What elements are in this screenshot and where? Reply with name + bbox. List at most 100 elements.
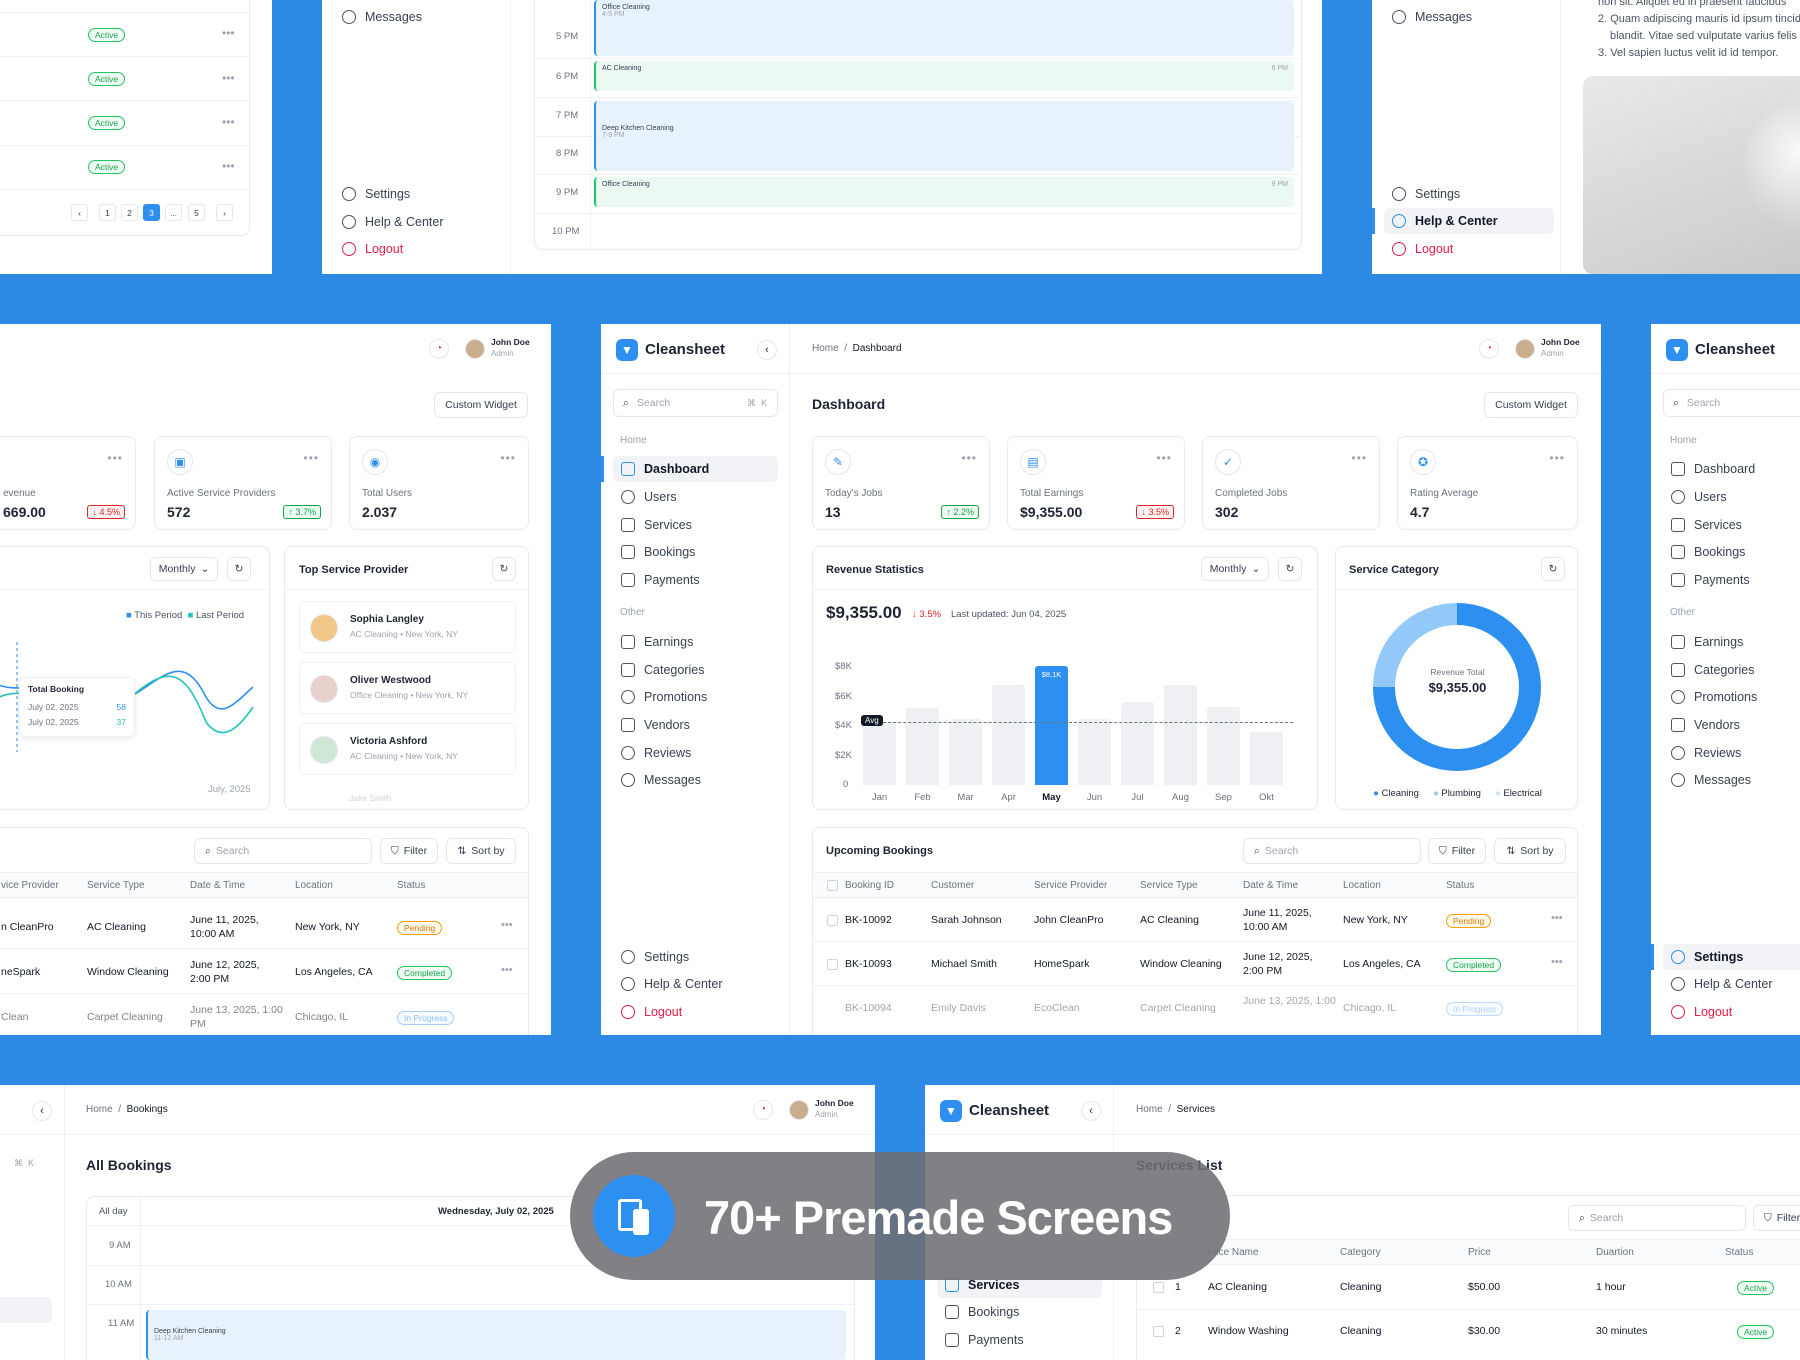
sidebar-item-messages[interactable]: Messages (1663, 767, 1759, 793)
sidebar-item-bookings[interactable]: Bookings (937, 1299, 1027, 1325)
row-menu-icon[interactable]: ••• (222, 71, 235, 85)
sidebar-item-vendors[interactable]: Vendors (1663, 712, 1748, 738)
row-menu-icon[interactable]: ••• (501, 919, 513, 931)
sidebar-item-earnings[interactable]: Earnings (613, 629, 701, 655)
row-menu-icon[interactable]: ••• (222, 26, 235, 40)
collapse-sidebar-button[interactable]: ‹ (1081, 1101, 1101, 1121)
sidebar-item-services[interactable]: Services (613, 512, 700, 538)
sidebar-item-settings[interactable]: Settings (1384, 181, 1468, 207)
sidebar-item-help[interactable]: Help & Center (1384, 208, 1554, 234)
bar-may[interactable]: $8,1K (1035, 665, 1068, 785)
sidebar-item-logout[interactable]: Logout (334, 236, 411, 262)
page-button[interactable]: 1 (99, 204, 116, 221)
period-select[interactable]: Monthly ⌄ (1201, 557, 1269, 581)
filter-button[interactable]: ⛉ Filter (1428, 838, 1486, 864)
custom-widget-button[interactable]: Custom Widget (434, 392, 528, 418)
sidebar-item-help[interactable]: Help & Center (334, 209, 452, 235)
next-page-button[interactable]: › (216, 204, 233, 221)
page-button[interactable]: 2 (121, 204, 138, 221)
collapse-sidebar-button[interactable]: ‹ (32, 1101, 52, 1121)
sidebar-item-settings[interactable]: Settings (334, 181, 418, 207)
sort-button[interactable]: ⇅ Sort by (446, 838, 516, 864)
provider-item[interactable]: Oliver Westwood Office Cleaning • New Yo… (299, 662, 516, 714)
calendar-event[interactable]: AC Cleaning 6 PM (594, 61, 1294, 91)
filter-button[interactable]: ⛉ Filter (380, 838, 438, 864)
select-all-checkbox[interactable] (827, 880, 838, 891)
sidebar-item-messages[interactable]: Messages (613, 767, 709, 793)
page-button[interactable]: 5 (188, 204, 205, 221)
sidebar-item-earnings[interactable]: Earnings (1663, 629, 1751, 655)
avatar[interactable] (1515, 339, 1535, 359)
bar-aug[interactable] (1164, 684, 1197, 785)
notification-icon[interactable]: ◔ (1479, 339, 1499, 359)
notification-icon[interactable]: ◔ (753, 1100, 773, 1120)
row-checkbox[interactable] (827, 959, 838, 970)
row-menu-icon[interactable]: ••• (1551, 912, 1563, 924)
sidebar-item-help[interactable]: Help & Center (613, 971, 731, 997)
sidebar-item-settings[interactable]: Settings (613, 944, 697, 970)
search-input[interactable]: ⌕ Search (1243, 838, 1421, 864)
bar-okt[interactable] (1250, 731, 1283, 785)
notification-icon[interactable]: ◔ (429, 339, 449, 359)
calendar-event[interactable]: Office Cleaning 4-5 PM (594, 0, 1294, 56)
calendar-event[interactable]: Deep Kitchen Cleaning 7-9 PM (594, 101, 1294, 171)
sidebar-item-promotions[interactable]: Promotions (613, 684, 715, 710)
sidebar-item-categories[interactable]: Categories (613, 657, 712, 683)
refresh-button[interactable]: ↻ (227, 557, 251, 581)
sidebar-item-help[interactable]: Help & Center (1663, 971, 1781, 997)
sidebar-item-logout[interactable]: Logout (613, 999, 690, 1025)
sidebar-item-payments[interactable]: Payments (937, 1327, 1032, 1353)
provider-item[interactable]: Sophia Langley AC Cleaning • New York, N… (299, 601, 516, 653)
sidebar-item-categories[interactable]: Categories (1663, 657, 1762, 683)
sidebar-item-dashboard[interactable]: Dashboard (613, 456, 778, 482)
sidebar-item-vendors[interactable]: Vendors (613, 712, 698, 738)
bar-feb[interactable] (906, 708, 939, 785)
sidebar-item-bookings[interactable]: Bookings (613, 539, 703, 565)
provider-item[interactable]: Victoria Ashford AC Cleaning • New York,… (299, 723, 516, 775)
row-menu-icon[interactable]: ••• (1551, 956, 1563, 968)
row-checkbox[interactable] (827, 915, 838, 926)
avatar[interactable] (465, 339, 485, 359)
collapse-sidebar-button[interactable]: ‹ (757, 340, 777, 360)
sidebar-item-reviews[interactable]: Reviews (613, 740, 699, 766)
calendar-event[interactable]: Office Cleaning 9 PM (594, 177, 1294, 207)
custom-widget-button[interactable]: Custom Widget (1484, 392, 1578, 418)
sidebar-item-users[interactable]: Users (1663, 484, 1735, 510)
row-menu-icon[interactable]: ••• (222, 159, 235, 173)
row-checkbox[interactable] (1153, 1326, 1164, 1337)
sidebar-item-logout[interactable]: Logout (1384, 236, 1461, 262)
page-button[interactable]: 3 (143, 204, 160, 221)
sort-button[interactable]: ⇅ Sort by (1494, 838, 1566, 864)
calendar-event[interactable]: Deep Kitchen Cleaning 11-12 AM (146, 1310, 846, 1360)
sidebar-item-services[interactable]: Services (1663, 512, 1750, 538)
sidebar-item-promotions[interactable]: Promotions (1663, 684, 1765, 710)
bar-sep[interactable] (1207, 706, 1240, 785)
search-input[interactable]: ⌕ Search ⌘ K (613, 389, 778, 417)
bar-jul[interactable] (1121, 702, 1154, 785)
refresh-button[interactable]: ↻ (1541, 557, 1565, 581)
filter-button[interactable]: ⛉ Filter (1753, 1205, 1800, 1231)
breadcrumb-home[interactable]: Home (812, 343, 839, 354)
refresh-button[interactable]: ↻ (492, 557, 516, 581)
row-menu-icon[interactable]: ••• (222, 115, 235, 129)
bar-jan[interactable] (863, 721, 896, 785)
refresh-button[interactable]: ↻ (1278, 557, 1302, 581)
prev-page-button[interactable]: ‹ (71, 204, 88, 221)
bar-apr[interactable] (992, 684, 1025, 785)
sidebar-item-dashboard[interactable]: Dashboard (1663, 456, 1763, 482)
row-menu-icon[interactable]: ••• (501, 964, 513, 976)
sidebar-item-bookings[interactable]: Bookings (1663, 539, 1753, 565)
bar-jun[interactable] (1078, 718, 1111, 785)
sidebar-item-messages[interactable]: Messages (334, 4, 430, 30)
period-select[interactable]: Monthly ⌄ (150, 557, 218, 581)
sidebar-item-settings[interactable]: Settings (1663, 944, 1800, 970)
avatar[interactable] (789, 1100, 809, 1120)
sidebar-item-users[interactable]: Users (613, 484, 685, 510)
search-input[interactable]: ⌕ Search (1568, 1205, 1746, 1231)
search-input[interactable]: ⌕ Search (1663, 389, 1800, 417)
sidebar-item-messages[interactable]: Messages (1384, 4, 1480, 30)
search-input[interactable]: ⌕ Search (194, 838, 372, 864)
sidebar-item-reviews[interactable]: Reviews (1663, 740, 1749, 766)
sidebar-item-logout[interactable]: Logout (1663, 999, 1740, 1025)
row-checkbox[interactable] (1153, 1282, 1164, 1293)
